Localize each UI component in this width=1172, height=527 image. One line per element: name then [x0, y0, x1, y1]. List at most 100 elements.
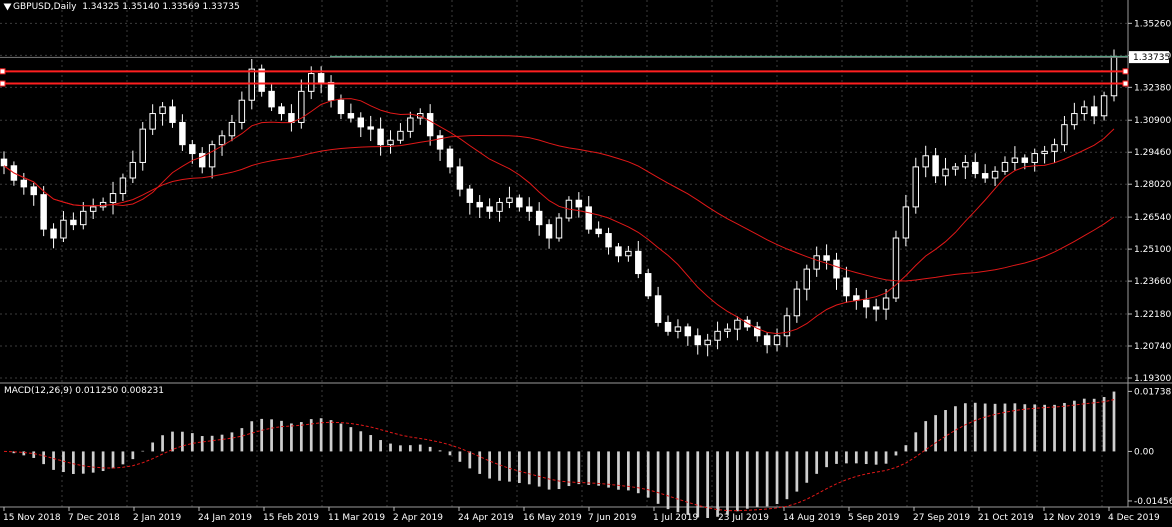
macd-header: MACD(12,26,9) 0.011250 0.008231 — [4, 386, 164, 397]
level-anchor-handle — [1122, 68, 1129, 75]
candle-body — [575, 199, 583, 208]
candle-body — [1061, 124, 1068, 146]
price-tick-label: 1.29460 — [1134, 148, 1171, 158]
candle-body — [50, 228, 57, 239]
candle-body — [367, 126, 374, 130]
time-tick-label: 5 Sep 2019 — [848, 513, 900, 523]
time-tick-label: 2 Apr 2019 — [393, 513, 443, 523]
candle-body — [526, 206, 533, 212]
candle-body — [258, 68, 265, 92]
candle-body — [80, 210, 87, 226]
candle-body — [327, 81, 335, 101]
macd-main-value: 0.011250 — [75, 386, 119, 396]
price-tick-label: 1.19300 — [1134, 374, 1171, 384]
candle-body — [466, 188, 474, 203]
candle-body — [288, 113, 295, 123]
candle-body — [446, 148, 454, 168]
candle-body — [268, 90, 275, 108]
price-tick-label: 1.32380 — [1134, 83, 1171, 93]
candle-body — [823, 255, 830, 261]
candle-body — [872, 306, 880, 310]
candle-body — [674, 326, 682, 332]
candle-body — [70, 219, 77, 226]
price-tick-label: 1.25100 — [1134, 245, 1171, 255]
time-tick-label: 27 Sep 2019 — [913, 513, 970, 523]
candle-body — [456, 166, 464, 190]
candle-body — [179, 121, 186, 146]
candle-body — [922, 155, 929, 168]
candle-body — [1021, 157, 1029, 163]
time-tick-label: 15 Feb 2019 — [263, 513, 319, 523]
price-tick-label: 1.30900 — [1134, 116, 1171, 126]
candle-body — [615, 246, 622, 257]
candle-body — [496, 201, 503, 212]
candle-body — [60, 219, 67, 239]
candle-body — [773, 335, 781, 346]
dropdown-arrow-icon[interactable] — [3, 3, 12, 10]
candle-body — [635, 250, 642, 275]
candle-body — [704, 339, 711, 346]
candle-body — [1100, 95, 1108, 117]
macd-axis-label: -0.01456 — [1134, 497, 1172, 507]
price-tick-label: 1.22180 — [1134, 310, 1171, 320]
time-tick-label: 24 Jan 2019 — [198, 513, 252, 523]
ohlc-open: 1.34325 — [82, 2, 120, 12]
candle-body — [1041, 150, 1048, 155]
candle-body — [1090, 106, 1098, 117]
time-tick-label: 23 Jul 2019 — [718, 513, 769, 523]
symbol-label: GBPUSD,Daily — [13, 2, 77, 12]
candle-body — [625, 250, 632, 257]
candle-body — [426, 113, 434, 137]
candle-body — [506, 197, 513, 203]
candle-body — [397, 130, 404, 141]
candle-body — [516, 197, 523, 208]
candle-body — [981, 173, 989, 179]
candle-body — [208, 144, 216, 168]
time-tick-label: 7 Dec 2018 — [68, 513, 120, 523]
macd-label: MACD(12,26,9) — [4, 386, 73, 396]
candle-body — [734, 319, 741, 330]
candle-body — [347, 113, 355, 119]
time-tick-label: 1 Jul 2019 — [653, 513, 698, 523]
candle-body — [1051, 144, 1058, 152]
price-tick-label: 1.23660 — [1134, 277, 1171, 287]
candle-body — [308, 73, 315, 92]
candle-body — [238, 99, 246, 123]
candle-body — [882, 297, 890, 310]
time-tick-label: 11 Mar 2019 — [328, 513, 385, 523]
candle-body — [1071, 113, 1078, 126]
candle-body — [793, 288, 801, 317]
candle-body — [724, 328, 731, 332]
candle-body — [248, 68, 255, 101]
candle-body — [149, 113, 156, 130]
time-tick-label: 16 May 2019 — [523, 513, 582, 523]
candle-body — [139, 128, 146, 163]
candle-body — [962, 161, 969, 168]
price-tick-label: 1.20740 — [1134, 342, 1171, 352]
candle-body — [763, 335, 771, 346]
candle-body — [545, 224, 553, 239]
ohlc-low: 1.33569 — [162, 2, 200, 12]
price-chart[interactable]: 1.352601.338201.323801.309001.294601.280… — [0, 0, 1172, 527]
candle-body — [535, 210, 543, 226]
ohlc-high: 1.35140 — [122, 2, 160, 12]
macd-axis-label: 0.00 — [1134, 447, 1154, 457]
candle-body — [684, 326, 692, 337]
candle-body — [377, 128, 384, 146]
candle-body — [218, 135, 226, 146]
candle-body — [99, 201, 107, 208]
candle-body — [1081, 106, 1088, 115]
candle-body — [1011, 157, 1019, 163]
macd-signal-value: 0.008231 — [121, 386, 165, 396]
candle-body — [89, 206, 97, 212]
candle-body — [803, 268, 810, 290]
time-tick-label: 14 Aug 2019 — [783, 513, 841, 523]
candle-body — [863, 299, 870, 308]
candle-body — [664, 321, 672, 332]
time-tick-label: 24 Apr 2019 — [458, 513, 514, 523]
candle-body — [159, 106, 166, 115]
candle-body — [169, 106, 176, 123]
chart-header: GBPUSD,Daily 1.34325 1.35140 1.33569 1.3… — [3, 2, 240, 13]
candle-body — [644, 273, 652, 297]
time-tick-label: 4 Dec 2019 — [1108, 513, 1160, 523]
